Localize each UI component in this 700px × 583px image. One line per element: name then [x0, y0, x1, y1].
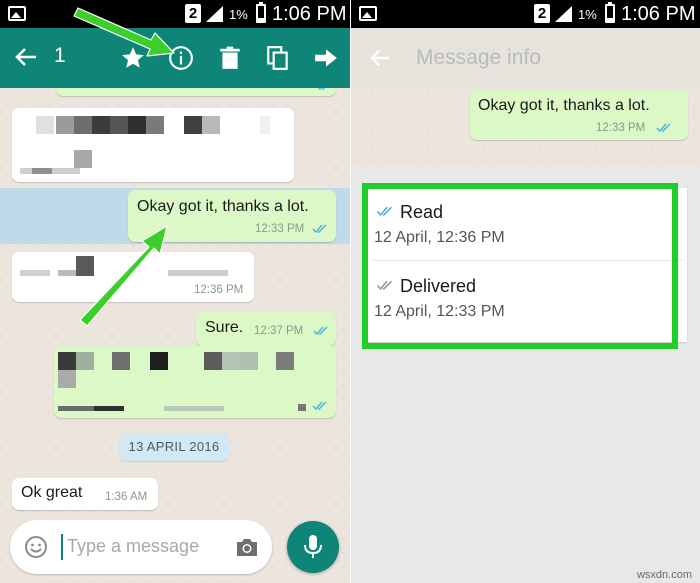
- blurred-content: [128, 116, 146, 134]
- forward-icon[interactable]: [313, 45, 339, 71]
- clock: 1:06 PM: [272, 3, 347, 25]
- inspected-message-bubble: Okay got it, thanks a lot. 12:33 PM: [470, 90, 688, 140]
- blurred-content: [110, 116, 128, 134]
- blurred-content: [36, 116, 54, 134]
- read-ticks-icon: [313, 326, 328, 336]
- trash-icon[interactable]: [217, 45, 243, 71]
- message-time: 12:37 PM: [254, 325, 304, 337]
- arrow-left-icon[interactable]: [14, 45, 38, 69]
- signal-icon: [206, 6, 223, 22]
- blurred-content: [74, 150, 92, 168]
- blurred-content: [150, 352, 168, 370]
- message-time: 12:33 PM: [255, 223, 305, 235]
- message-bubble-selected[interactable]: Okay got it, thanks a lot. 12:33 PM: [128, 190, 336, 242]
- battery-percent: 1%: [578, 7, 597, 22]
- blurred-content: [32, 168, 52, 174]
- blurred-content: [94, 406, 124, 411]
- sim-badge: 2: [534, 4, 550, 23]
- battery-icon: [605, 2, 615, 23]
- blurred-content: [298, 404, 306, 411]
- blurred-content: [58, 270, 78, 276]
- message-time: 12:33 PM: [596, 122, 646, 134]
- message-input[interactable]: [67, 536, 217, 557]
- screenshot-page: Okay got it, thanks a lot. 12:33 PM 12:3…: [0, 0, 700, 583]
- gallery-notification-icon: [359, 6, 377, 21]
- blurred-content: [146, 116, 164, 134]
- watermark: wsxdn.com: [636, 569, 692, 581]
- blurred-content: [276, 352, 294, 370]
- read-ticks-icon: [312, 401, 327, 411]
- blurred-content: [58, 352, 76, 370]
- blurred-content: [76, 352, 94, 370]
- message-bubble[interactable]: Sure. 12:37 PM: [196, 312, 336, 346]
- message-text: Okay got it, thanks a lot.: [478, 97, 650, 114]
- blurred-content: [260, 116, 270, 134]
- emoji-icon[interactable]: [24, 535, 48, 559]
- battery-percent: 1%: [229, 7, 248, 22]
- message-info-toolbar: Message info: [351, 28, 700, 88]
- mic-icon: [304, 535, 322, 558]
- battery-icon: [256, 2, 266, 23]
- mic-button[interactable]: [287, 521, 339, 573]
- sim-badge: 2: [185, 4, 201, 23]
- arrow-left-icon[interactable]: [369, 47, 391, 69]
- blurred-content: [222, 352, 240, 370]
- info-icon[interactable]: [168, 45, 194, 71]
- copy-icon[interactable]: [265, 45, 291, 71]
- status-bar: 2 1% 1:06 PM: [0, 0, 350, 28]
- star-icon[interactable]: [120, 45, 146, 71]
- blurred-content: [20, 270, 50, 276]
- blurred-content: [184, 116, 202, 134]
- message-text: Sure.: [205, 319, 244, 336]
- selected-count: 1: [54, 44, 66, 67]
- message-info-screen: Okay got it, thanks a lot. 12:33 PM Read…: [351, 0, 700, 583]
- read-ticks-icon: [656, 123, 671, 133]
- page-title: Message info: [416, 46, 541, 69]
- blurred-content: [204, 352, 222, 370]
- blurred-content: [74, 116, 92, 134]
- blurred-content: [92, 116, 110, 134]
- blurred-content: [112, 352, 130, 370]
- message-input-container: [10, 520, 272, 574]
- blurred-content: [56, 116, 74, 134]
- message-text: Okay got it, thanks a lot.: [137, 198, 309, 215]
- blurred-content: [164, 406, 224, 411]
- status-bar: 2 1% 1:06 PM: [351, 0, 700, 28]
- blurred-content: [58, 370, 76, 388]
- read-ticks-icon: [312, 224, 327, 234]
- camera-icon[interactable]: [235, 536, 259, 558]
- message-bubble[interactable]: Ok great 1:36 AM: [12, 478, 158, 510]
- date-separator: 13 APRIL 2016: [119, 433, 229, 461]
- incoming-message-blurred[interactable]: 12:36 PM: [12, 252, 254, 302]
- selection-action-bar: 1: [0, 28, 350, 88]
- gallery-notification-icon: [8, 6, 26, 21]
- outgoing-message-blurred[interactable]: [54, 346, 336, 418]
- date-separator-label: 13 APRIL 2016: [128, 439, 220, 454]
- blurred-content: [76, 256, 94, 276]
- blurred-content: [240, 352, 258, 370]
- message-time: 12:36 PM: [194, 284, 244, 296]
- clock: 1:06 PM: [621, 3, 696, 25]
- signal-icon: [555, 6, 572, 22]
- blurred-content: [202, 116, 220, 134]
- annotation-highlight-box: [362, 183, 678, 349]
- text-cursor: [61, 534, 63, 560]
- message-time: 1:36 AM: [105, 491, 148, 503]
- incoming-message-blurred[interactable]: [12, 108, 294, 182]
- chat-screen: Okay got it, thanks a lot. 12:33 PM 12:3…: [0, 0, 350, 583]
- message-text: Ok great: [21, 484, 83, 501]
- blurred-content: [168, 270, 228, 276]
- blurred-content: [58, 406, 94, 411]
